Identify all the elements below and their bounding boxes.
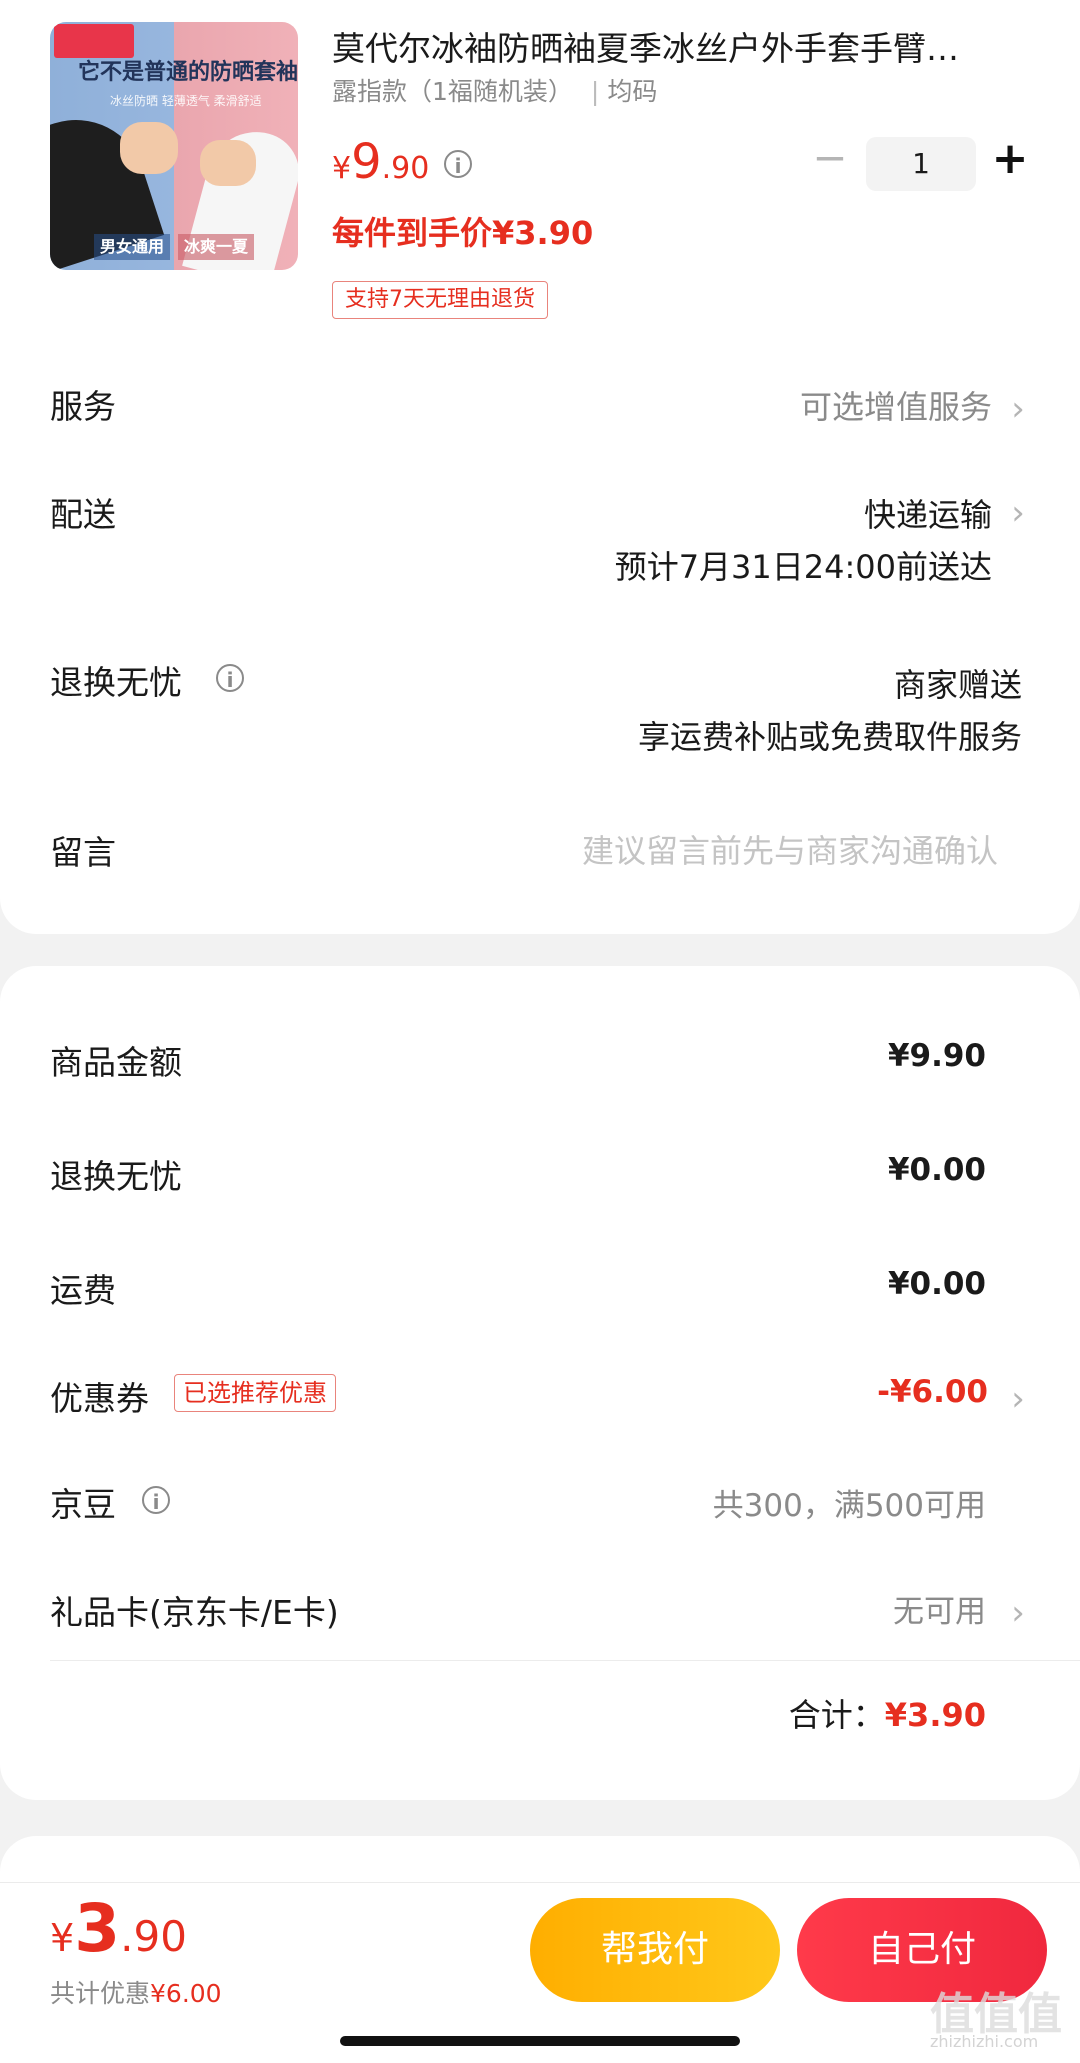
shipping-fee-value: ¥0.00	[887, 1266, 986, 1302]
returns-info-icon[interactable]: i	[216, 664, 244, 692]
returns-label: 退换无忧	[50, 663, 182, 702]
chevron-right-icon[interactable]: ›	[1006, 1382, 1030, 1416]
total-value: ¥3.90	[884, 1696, 986, 1734]
savings-value: ¥6.00	[150, 1979, 222, 2008]
coupon-label: 优惠券	[50, 1379, 149, 1418]
goods-amount-value: ¥9.90	[887, 1038, 986, 1074]
price-integer: 9	[351, 134, 382, 190]
quantity-decrease-button[interactable]: −	[812, 137, 848, 180]
price-currency: ¥	[332, 151, 352, 186]
jd-beans-value: 共300，满500可用	[712, 1488, 986, 1524]
returns-fee-label: 退换无忧	[50, 1157, 182, 1196]
return-policy-badge: 支持7天无理由退货	[332, 281, 548, 319]
chevron-right-icon[interactable]: ›	[1006, 1596, 1030, 1630]
coupon-value[interactable]: -¥6.00	[877, 1374, 988, 1410]
checkout-price-currency: ¥	[50, 1916, 75, 1960]
service-label: 服务	[50, 387, 116, 426]
price-info-icon[interactable]: i	[444, 150, 472, 178]
delivery-eta: 预计7月31日24:00前送达	[614, 548, 992, 586]
total-label: 合计：	[788, 1696, 885, 1734]
watermark-url: zhizhizhi.com	[930, 2032, 1039, 2051]
chevron-right-icon[interactable]: ›	[1006, 496, 1030, 530]
jd-beans-label: 京豆	[50, 1485, 116, 1524]
image-tag-left: 男女通用	[94, 234, 171, 260]
hand-graphic	[120, 122, 178, 174]
home-indicator[interactable]	[340, 2036, 740, 2046]
per-item-price: 每件到手价¥3.90	[332, 214, 594, 252]
product-title[interactable]: 莫代尔冰袖防晒袖夏季冰丝户外手套手臂…	[332, 22, 1032, 70]
message-label: 留言	[50, 833, 116, 872]
price-decimal: .90	[381, 151, 430, 186]
brand-logo	[54, 24, 134, 58]
returns-fee-value: ¥0.00	[887, 1152, 986, 1188]
goods-amount-label: 商品金额	[50, 1043, 182, 1082]
product-variant[interactable]: 露指款（1福随机装） | 均码	[332, 72, 657, 108]
returns-detail: 享运费补贴或免费取件服务	[637, 718, 1022, 756]
variant-size: 均码	[607, 77, 658, 106]
shipping-fee-label: 运费	[50, 1271, 116, 1310]
savings-label: 共计优惠	[50, 1979, 151, 2008]
checkout-price: ¥3.90	[50, 1890, 187, 1967]
delivery-value[interactable]: 快递运输	[864, 490, 992, 536]
gift-card-label: 礼品卡(京东卡/E卡)	[50, 1593, 339, 1632]
hand-graphic	[200, 140, 256, 186]
variant-separator: |	[590, 77, 600, 106]
order-total: 合计：¥3.90	[789, 1690, 986, 1736]
beans-info-icon[interactable]: i	[142, 1486, 170, 1514]
image-tag-right: 冰爽一夏	[178, 234, 255, 260]
product-image[interactable]: 它不是普通的防晒套袖 冰丝防晒 轻薄透气 柔滑舒适 男女通用 冰爽一夏	[50, 22, 298, 270]
total-savings: 共计优惠¥6.00	[50, 1974, 222, 2010]
image-subtext: 冰丝防晒 轻薄透气 柔滑舒适	[110, 94, 262, 108]
service-value[interactable]: 可选增值服务	[800, 382, 992, 428]
variant-name: 露指款（1福随机装）	[332, 77, 573, 106]
quantity-increase-button[interactable]: +	[990, 137, 1030, 181]
delivery-label: 配送	[50, 495, 116, 534]
divider	[50, 1660, 1080, 1661]
message-input[interactable]: 建议留言前先与商家沟通确认	[582, 826, 998, 872]
checkout-price-decimal: .90	[120, 1912, 187, 1961]
unit-price: ¥9.90	[332, 134, 429, 190]
gift-card-value[interactable]: 无可用	[893, 1586, 986, 1631]
chevron-right-icon[interactable]: ›	[1006, 392, 1030, 426]
checkout-price-integer: 3	[74, 1890, 121, 1967]
quantity-field[interactable]: 1	[866, 137, 976, 191]
image-headline: 它不是普通的防晒套袖	[78, 60, 298, 85]
coupon-selected-badge: 已选推荐优惠	[174, 1374, 336, 1412]
help-me-pay-button[interactable]: 帮我付	[530, 1898, 780, 2002]
returns-value: 商家赠送	[893, 666, 1022, 704]
